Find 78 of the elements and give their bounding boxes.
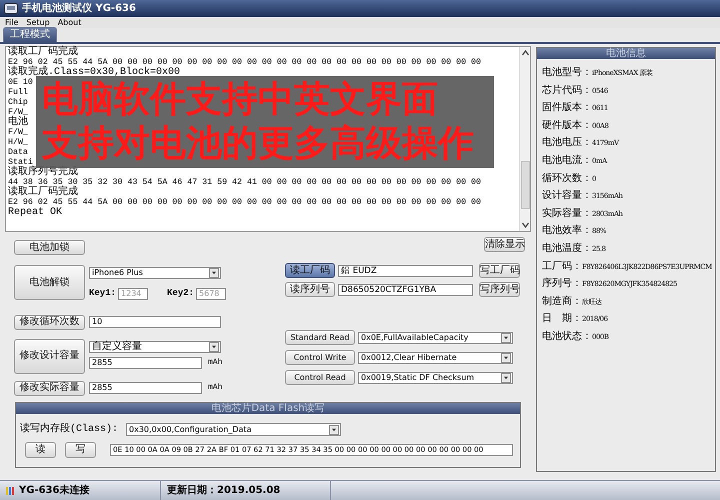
key-label: Key2: [167,287,194,300]
design-capacity-button[interactable]: 修改设计容量 [14,338,85,374]
info-label: 电池状态： [542,330,592,344]
log-line: Data [8,148,28,158]
info-label: 电池温度： [542,242,592,256]
dropdown[interactable]: 0x0019,Static DF Checksum [358,372,513,384]
app-icon [4,3,18,14]
read-button[interactable]: 读 [25,442,56,458]
scroll-down-icon [520,221,530,229]
info-label: 工厂码： [542,260,582,274]
write-button[interactable]: 写 [65,442,96,458]
unlock-button[interactable]: 电池解锁 [14,265,85,300]
log-line: Repeat OK [8,208,62,218]
log-line: 电池 [8,118,28,128]
info-label: 日 期： [542,312,582,326]
menu-item[interactable]: About [58,16,82,28]
input-field[interactable]: 2855 [89,356,202,368]
log-line: Chip [8,98,28,108]
read-code-button[interactable]: 读序列号 [285,282,335,297]
command-button[interactable]: Standard Read [285,330,355,345]
panel-title: 电池信息 [606,48,646,59]
input-field[interactable]: 10 [89,316,221,328]
log-line: F/W_ [8,108,28,117]
command-button[interactable]: Control Read [285,370,355,385]
window-title: 手机电池测试仪 YG-636 [22,2,136,16]
log-line: Stati [8,158,33,167]
status-text: YG-636未连接 [19,484,90,498]
clear-display-button[interactable]: 清除显示 [484,237,525,252]
caption-text: 支持对电池的更多高级操作 [42,122,474,166]
dropdown[interactable]: iPhone6 Plus [89,267,221,279]
info-label: 序列号： [542,276,582,292]
log-line: E2 96 02 45 55 44 5A 00 00 00 00 00 00 00 00 00 00 00 00 00 00 00 00 00 00 00 00 00 00 00 00 00 [8,58,481,67]
log-line: 0E 10 [8,78,33,88]
tab[interactable]: 工程模式 [3,27,57,42]
read-code-button[interactable]: 读工厂码 [285,263,335,278]
caption-text: 电脑软件支持中英文界面 [42,78,438,122]
lock-button[interactable]: 电池加锁 [14,240,85,255]
info-label: 电池电压： [542,136,592,150]
log-line: 读取工厂码完成 [8,48,78,58]
write-code-button[interactable]: 写工厂码 [479,263,520,278]
info-label: 电池电流： [542,154,592,168]
signal-bars-icon [6,486,16,495]
cycle-count-button[interactable]: 修改循环次数 [14,314,85,330]
command-button[interactable]: Control Write [285,350,355,365]
dropdown[interactable]: 自定义容量 [89,340,221,352]
unit-label: mAh [208,356,222,368]
log-line: H/W_ [8,138,28,148]
info-label: 电池效率： [542,224,592,238]
input-field[interactable]: 鋁 EUDZ [338,264,473,276]
log-line: E2 96 02 45 55 44 5A 00 00 00 00 00 00 00 00 00 00 00 00 00 00 00 00 00 00 00 00 00 00 00 00 00 [8,198,481,207]
actual-capacity-button[interactable]: 修改实际容量 [14,380,85,396]
menu-item[interactable]: File [5,16,18,28]
info-label: 制造商： [542,294,582,309]
info-label: 循环次数： [542,172,592,186]
log-line: 44 38 36 35 30 35 32 30 43 54 5A 46 47 31 59 42 41 00 00 00 00 00 00 00 00 00 00 00 00 00 00 00 [8,178,481,187]
write-code-button[interactable]: 写序列号 [479,282,520,297]
scroll-up-icon [520,49,530,57]
scroll-thumb[interactable] [520,161,530,209]
info-label: 设计容量： [542,188,592,204]
status-text: 更新日期：2019.05.08 [167,483,280,498]
dropdown[interactable]: 0x0E,FullAvailableCapacity [358,332,513,344]
info-label: 电池型号： [542,66,592,80]
class-label: 读写内存段(Class): [20,422,118,437]
group-title: 电池芯片Data Flash读写 [211,403,325,414]
input-field[interactable]: D8650520CTZFG1YBA [338,284,473,296]
info-label: 芯片代码： [542,84,592,98]
dropdown[interactable]: 0x0012,Clear Hibernate [358,352,513,364]
log-line: Full [8,88,28,98]
unit-label: mAh [208,382,222,394]
log-line: 读取序列号完成 [8,168,78,178]
info-label: 硬件版本： [542,118,592,133]
input-field[interactable]: 2855 [89,382,202,394]
key-label: Key1: [89,287,116,300]
info-label: 实际容量： [542,206,592,221]
dropdown[interactable]: 0x30,0x00,Configuration_Data [126,423,342,436]
info-label: 固件版本： [542,100,592,116]
menu-item[interactable]: Setup [26,16,50,28]
log-line: F/W_ [8,128,28,138]
